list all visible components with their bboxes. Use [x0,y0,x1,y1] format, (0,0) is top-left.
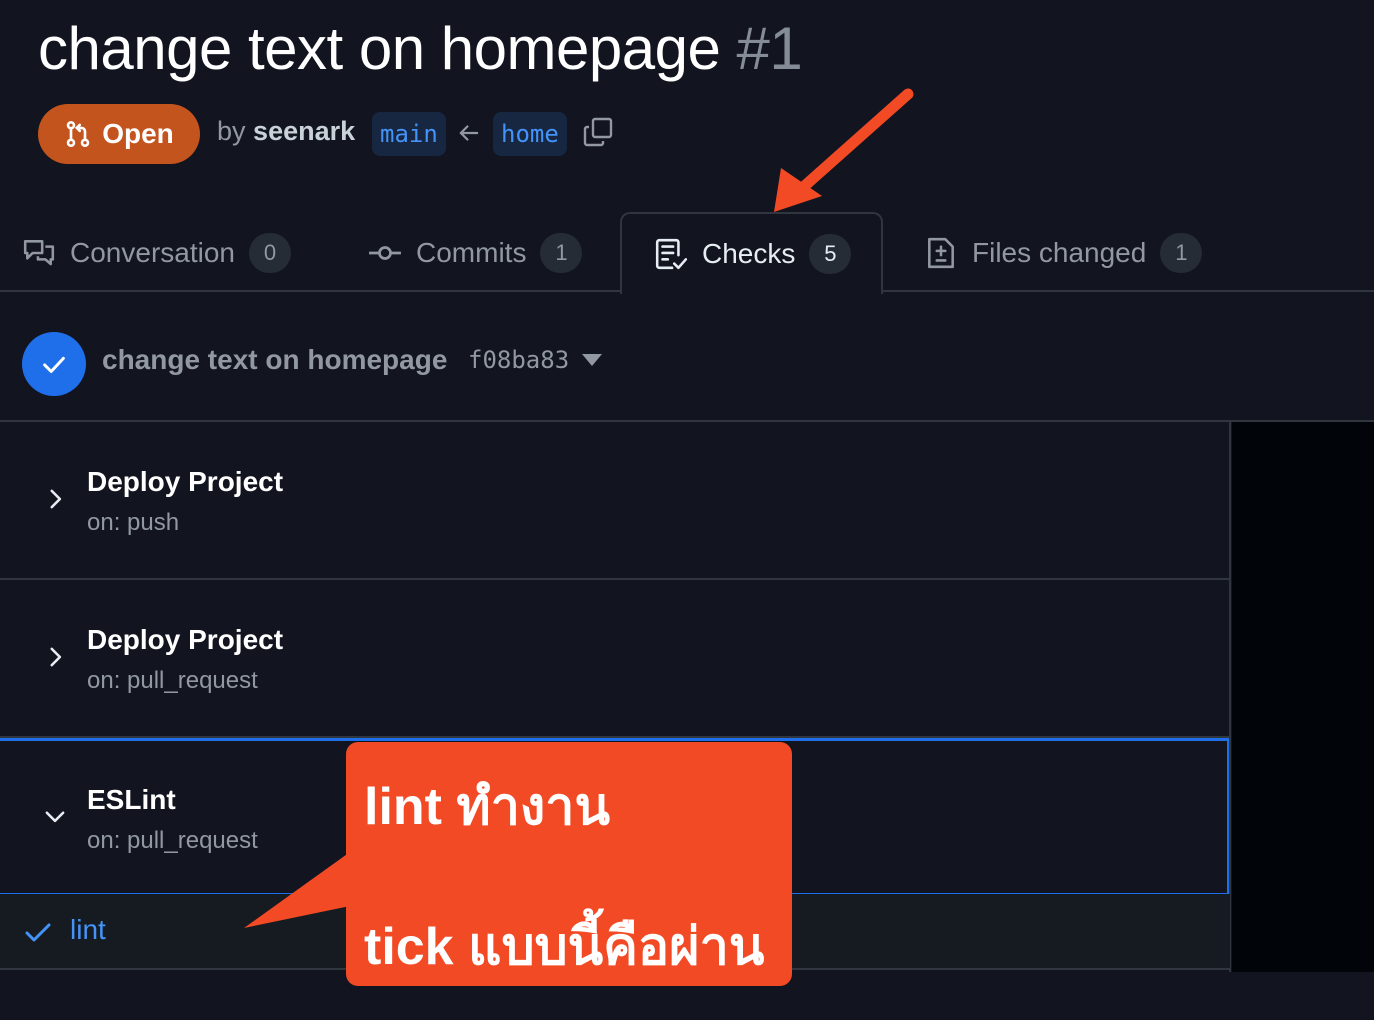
commit-sha[interactable]: f08ba83 [468,346,569,374]
commit-message: change text on homepage [102,344,448,375]
tab-count: 5 [809,234,852,274]
pull-request-page: change text on homepage #1 Open by seena… [0,0,1374,1020]
tab-label: Files changed [972,237,1147,268]
copy-icon[interactable] [582,116,614,148]
head-branch[interactable]: home [493,112,567,156]
status-badge: Open [38,104,200,164]
git-pull-request-icon [66,120,90,148]
pr-number: #1 [736,15,803,82]
author-link[interactable]: seenark [253,116,355,146]
arrow-left-icon [459,125,479,141]
check-icon [43,356,65,373]
status-label: Open [102,118,174,149]
by-label: by [217,116,246,146]
tab-files-changed[interactable]: Files changed 1 [924,214,1203,292]
pr-title: change text on homepage [38,15,721,82]
details-pane [1232,422,1374,972]
commit-status-icon [22,332,86,396]
job-name: lint [70,914,106,945]
workflow-item[interactable]: Deploy Project on: pull_request [0,580,1230,738]
chevron-right-icon [50,647,62,667]
tab-label: Checks [702,238,796,269]
check-icon [25,923,51,942]
workflow-name: Deploy Project [87,624,284,655]
page-title: change text on homepage #1 [38,14,803,83]
pr-author-line: by seenark [217,116,355,147]
tab-count: 0 [248,233,291,273]
workflow-event: on: pull_request [87,827,258,854]
tab-count: 1 [540,233,583,273]
workflow-item[interactable]: Deploy Project on: push [0,422,1230,580]
tab-label: Commits [416,237,527,268]
tab-checks[interactable]: Checks 5 [620,212,884,294]
tab-count: 1 [1160,233,1203,273]
base-branch[interactable]: main [372,112,446,156]
tab-label: Conversation [70,237,235,268]
chevron-right-icon [50,489,62,509]
comment-discussion-icon [23,240,55,266]
annotation-arrow-line [794,88,914,196]
annotation-arrow-head [774,168,822,212]
workflow-name: Deploy Project [87,466,284,497]
workflow-event: on: push [87,509,180,536]
tab-conversation[interactable]: Conversation 0 [22,214,291,292]
tab-commits[interactable]: Commits 1 [368,214,583,292]
workflow-event: on: pull_request [87,667,258,694]
list-right-border [1229,422,1231,972]
annotation-callout: lint ทำงาน tick แบบนี้คือผ่าน [346,742,792,986]
workflow-name: ESLint [87,784,176,815]
checklist-icon [655,238,688,270]
git-commit-icon [369,246,401,260]
caret-down-icon[interactable] [582,354,602,368]
annotation-line-1: lint ทำงาน [364,778,611,836]
chevron-down-icon [45,811,65,823]
file-diff-icon [928,237,954,269]
annotation-line-2: tick แบบนี้คือผ่าน [364,918,765,976]
